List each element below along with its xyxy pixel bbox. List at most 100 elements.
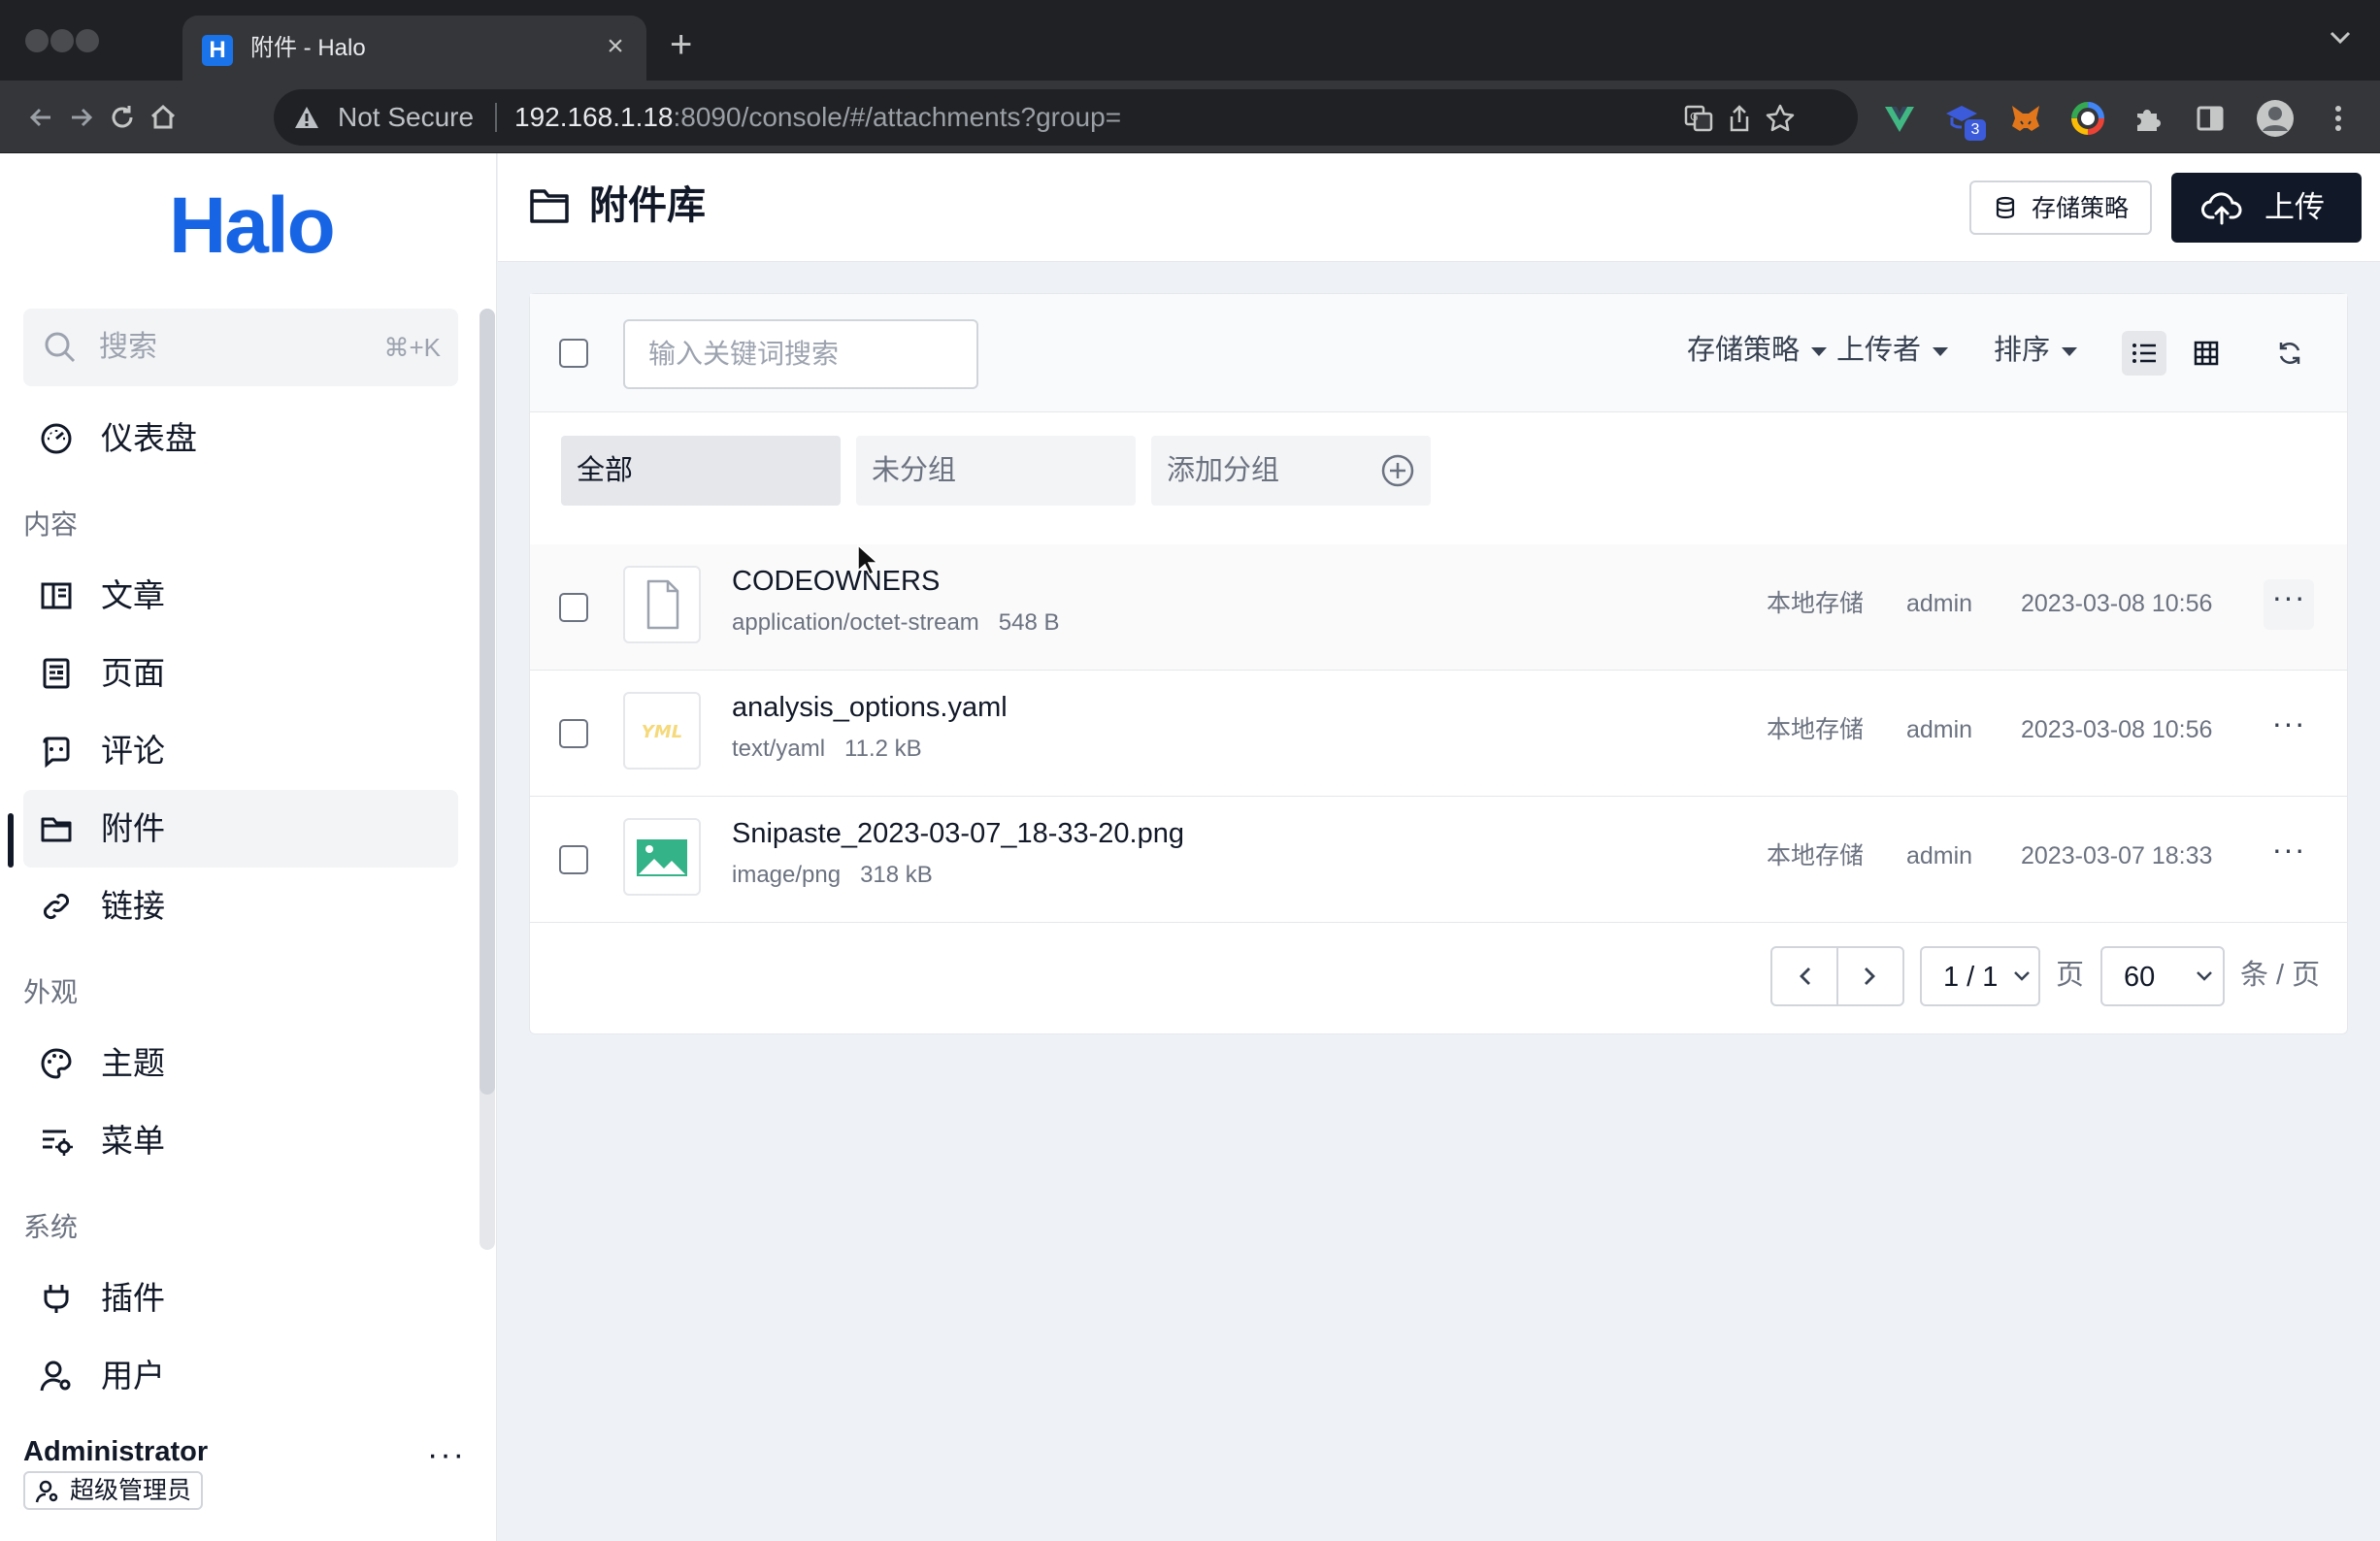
browser-tab-active[interactable]: H 附件 - Halo × xyxy=(182,16,646,81)
user-role-badge: 超级管理员 xyxy=(23,1471,204,1510)
storage-policy-button[interactable]: 存储策略 xyxy=(1969,180,2152,235)
sidebar-item-label: 插件 xyxy=(101,1280,165,1316)
list-view-icon xyxy=(2132,344,2156,363)
attachment-row[interactable]: Snipaste_2023-03-07_18-33-20.png image/p… xyxy=(530,797,2347,923)
sidebar-item-pages[interactable]: 页面 xyxy=(23,635,458,712)
row-checkbox[interactable] xyxy=(559,845,588,874)
caret-down-icon xyxy=(2062,346,2078,356)
attachment-size: 548 B xyxy=(998,609,1060,636)
page-title: 附件库 xyxy=(589,184,706,227)
sidebar-item-label: 文章 xyxy=(101,577,165,613)
next-page-button[interactable] xyxy=(1838,948,1902,1004)
sidebar-item-users[interactable]: 用户 xyxy=(23,1337,458,1415)
comment-bubble-icon xyxy=(43,737,70,769)
group-all-tab[interactable]: 全部 xyxy=(561,436,841,506)
bookmark-star-icon[interactable] xyxy=(1765,103,1796,134)
sidebar-item-dashboard[interactable]: 仪表盘 xyxy=(23,400,458,477)
row-more-options-icon[interactable]: ··· xyxy=(2264,705,2314,756)
upload-button[interactable]: 上传 xyxy=(2171,173,2362,243)
browser-menu-kebab-icon[interactable] xyxy=(2322,102,2355,135)
window-minimize-control[interactable] xyxy=(50,29,74,52)
tab-favicon-icon: H xyxy=(202,35,233,66)
window-close-control[interactable] xyxy=(25,29,49,52)
attachment-mime-type: image/png xyxy=(732,862,842,888)
url-host: 192.168.1.18 xyxy=(514,102,674,132)
home-icon[interactable] xyxy=(148,102,179,133)
security-status-label[interactable]: Not Secure xyxy=(338,103,474,132)
attachment-date: 2023-03-08 10:56 xyxy=(2021,716,2213,743)
row-checkbox[interactable] xyxy=(559,593,588,622)
sidebar-item-label: 页面 xyxy=(101,655,165,691)
page-size-value: 60 xyxy=(2124,962,2156,993)
attachment-name[interactable]: Snipaste_2023-03-07_18-33-20.png xyxy=(732,816,1184,851)
url-text[interactable]: 192.168.1.18:8090/console/#/attachments?… xyxy=(514,103,1121,132)
translate-icon[interactable]: G xyxy=(1683,103,1714,134)
chevron-down-icon xyxy=(2197,971,2212,981)
puzzle-piece-extensions-icon[interactable] xyxy=(2132,102,2165,135)
sidebar-search[interactable]: 搜索 ⌘+K xyxy=(23,309,458,386)
metamask-fox-extension-icon[interactable] xyxy=(2009,102,2042,135)
row-more-options-icon[interactable]: ··· xyxy=(2264,832,2314,882)
sidebar-item-attachments[interactable]: 附件 xyxy=(23,790,458,868)
plug-icon xyxy=(44,1285,69,1313)
profile-avatar-icon[interactable] xyxy=(2256,99,2295,138)
add-group-button[interactable]: 添加分组 xyxy=(1151,436,1431,506)
attachment-row[interactable]: YML analysis_options.yaml text/yaml 11.2 … xyxy=(530,671,2347,797)
search-shortcut-hint: ⌘+K xyxy=(383,333,441,362)
side-panel-icon[interactable] xyxy=(2194,102,2227,135)
sidebar-item-comments[interactable]: 评论 xyxy=(23,712,458,790)
sidebar-item-plugins[interactable]: 插件 xyxy=(23,1260,458,1337)
chevron-right-icon xyxy=(1865,967,1875,985)
row-more-options-icon[interactable]: ··· xyxy=(2264,579,2314,630)
pagination-nav xyxy=(1770,946,1904,1006)
attachment-owner: admin xyxy=(1906,590,1973,617)
sidebar-item-posts[interactable]: 文章 xyxy=(23,557,458,635)
grid-view-button[interactable] xyxy=(2184,331,2229,376)
tab-search-chevron-down-icon[interactable] xyxy=(2330,31,2351,45)
attachments-card: 存储策略 上传者 排序 全部 未分组 添加分组 xyxy=(529,293,2348,1034)
tab-close-icon[interactable]: × xyxy=(600,31,631,62)
sidebar-item-links[interactable]: 链接 xyxy=(23,868,458,945)
forward-arrow-icon[interactable] xyxy=(66,102,97,133)
halo-logo[interactable]: Halo xyxy=(169,182,336,270)
attachment-name[interactable]: CODEOWNERS xyxy=(732,564,940,599)
keyword-search-input[interactable] xyxy=(623,319,978,389)
group-ungrouped-tab[interactable]: 未分组 xyxy=(856,436,1136,506)
sidebar-item-label: 链接 xyxy=(101,888,165,924)
sort-filter[interactable]: 排序 xyxy=(1994,333,2078,368)
sidebar: Halo 搜索 ⌘+K 仪表盘 内容 文章 页面 评论 附件 链接 外观 主题 … xyxy=(0,153,497,1541)
share-icon[interactable] xyxy=(1724,103,1755,134)
new-tab-plus-icon[interactable]: + xyxy=(670,25,692,64)
window-maximize-control[interactable] xyxy=(76,29,99,52)
refresh-button[interactable] xyxy=(2267,331,2312,376)
sidebar-item-themes[interactable]: 主题 xyxy=(23,1025,458,1102)
select-all-checkbox[interactable] xyxy=(559,339,588,368)
vue-devtools-extension-icon[interactable] xyxy=(1883,102,1916,135)
sidebar-scrollbar[interactable] xyxy=(479,309,495,1250)
sidebar-item-menus[interactable]: 菜单 xyxy=(23,1102,458,1180)
warning-triangle-icon[interactable] xyxy=(293,105,320,130)
storage-policy-filter[interactable]: 存储策略 xyxy=(1687,333,1828,368)
row-checkbox[interactable] xyxy=(559,719,588,748)
page-size-select[interactable]: 60 xyxy=(2100,946,2225,1006)
prev-page-button[interactable] xyxy=(1772,948,1838,1004)
color-picker-extension-icon[interactable] xyxy=(2071,102,2104,135)
attachment-thumbnail xyxy=(623,818,701,896)
attachment-row[interactable]: CODEOWNERS application/octet-stream 548 B… xyxy=(530,544,2347,671)
group-ungrouped-label: 未分组 xyxy=(872,455,957,486)
user-settings-icon xyxy=(40,1361,71,1392)
uploader-filter[interactable]: 上传者 xyxy=(1836,333,1949,368)
address-bar[interactable]: Not Secure 192.168.1.18:8090/console/#/a… xyxy=(274,89,1858,146)
list-view-button[interactable] xyxy=(2122,331,2166,376)
attachment-date: 2023-03-07 18:33 xyxy=(2021,842,2213,869)
back-arrow-icon[interactable] xyxy=(25,102,56,133)
attachment-thumbnail xyxy=(623,566,701,643)
current-user-name: Administrator xyxy=(23,1436,209,1467)
user-more-options-icon[interactable]: ··· xyxy=(427,1438,466,1471)
page-select[interactable]: 1 / 1 xyxy=(1920,946,2040,1006)
upload-button-label: 上传 xyxy=(2264,190,2325,224)
attachment-name[interactable]: analysis_options.yaml xyxy=(732,690,1008,725)
reload-icon[interactable] xyxy=(107,102,138,133)
address-separator xyxy=(495,103,497,132)
mouse-cursor-icon xyxy=(857,543,879,576)
